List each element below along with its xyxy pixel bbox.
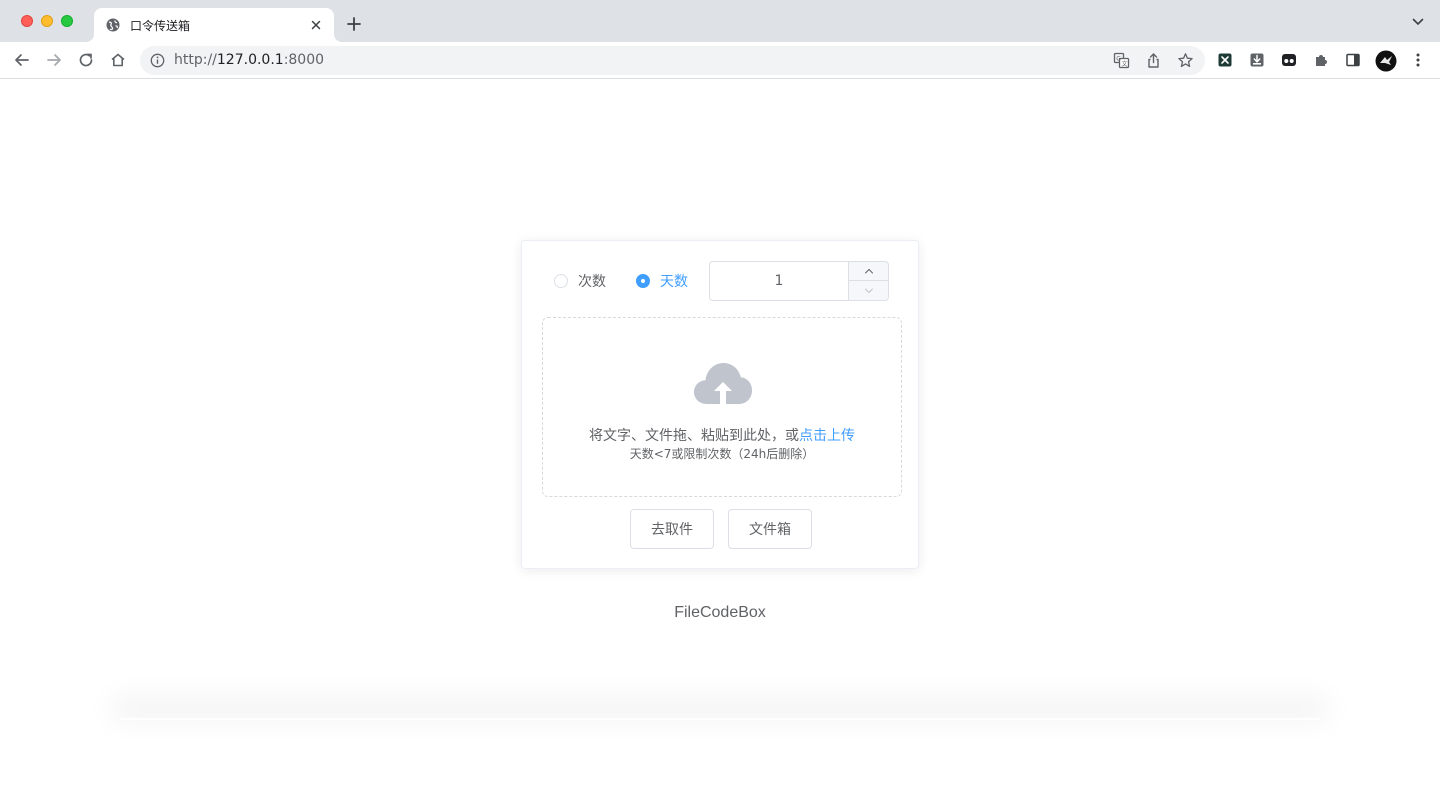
url-port: :8000 bbox=[283, 52, 325, 68]
file-box-button[interactable]: 文件箱 bbox=[728, 509, 812, 549]
share-icon[interactable] bbox=[1145, 52, 1162, 69]
bookmark-star-icon[interactable] bbox=[1177, 52, 1194, 69]
expire-value-field[interactable] bbox=[710, 262, 848, 300]
upload-drop-zone[interactable]: 将文字、文件拖、粘贴到此处，或点击上传 天数<7或限制次数（24h后删除） bbox=[542, 317, 902, 497]
cloud-upload-icon bbox=[694, 363, 752, 404]
puzzle-icon[interactable] bbox=[1312, 51, 1330, 69]
chevron-down-icon bbox=[864, 288, 873, 293]
chevron-up-icon bbox=[864, 268, 873, 274]
click-upload-link[interactable]: 点击上传 bbox=[799, 428, 855, 444]
radio-days-circle[interactable] bbox=[636, 274, 650, 288]
globe-icon bbox=[106, 18, 120, 32]
window-bottom-shadow bbox=[120, 718, 1320, 720]
footer-brand: FileCodeBox bbox=[674, 604, 766, 621]
info-icon[interactable] bbox=[150, 53, 165, 68]
radio-count[interactable]: 次数 bbox=[554, 271, 606, 291]
home-icon[interactable] bbox=[109, 51, 127, 69]
window-minimize-button[interactable] bbox=[41, 15, 53, 27]
radio-days-label: 天数 bbox=[660, 274, 688, 290]
kebab-menu-icon[interactable] bbox=[1409, 51, 1427, 69]
excel-extension-icon[interactable] bbox=[1216, 51, 1234, 69]
url-host: 127.0.0.1 bbox=[216, 52, 284, 68]
address-bar[interactable]: http://127.0.0.1:8000 G 文 bbox=[140, 46, 1205, 75]
svg-text:文: 文 bbox=[1122, 60, 1128, 68]
profile-avatar-icon[interactable] bbox=[1375, 50, 1397, 72]
forward-icon[interactable] bbox=[45, 51, 63, 69]
chevron-down-icon[interactable] bbox=[1412, 17, 1424, 27]
radio-count-circle[interactable] bbox=[554, 274, 568, 288]
tab-title: 口令传送箱 bbox=[130, 19, 191, 33]
radio-count-label: 次数 bbox=[578, 274, 606, 290]
new-tab-plus-icon[interactable] bbox=[345, 15, 363, 33]
download-extension-icon[interactable] bbox=[1248, 51, 1266, 69]
browser-tab-active[interactable]: 口令传送箱 bbox=[94, 8, 334, 42]
translate-icon[interactable]: G 文 bbox=[1113, 52, 1130, 69]
browser-toolbar: http://127.0.0.1:8000 G 文 bbox=[0, 42, 1440, 79]
window-close-button[interactable] bbox=[21, 15, 33, 27]
upload-instruction-text: 将文字、文件拖、粘贴到此处，或 bbox=[589, 428, 799, 444]
back-icon[interactable] bbox=[13, 51, 31, 69]
expire-value-number-input bbox=[709, 261, 889, 301]
url-scheme: http:// bbox=[174, 52, 217, 68]
side-panel-icon[interactable] bbox=[1344, 51, 1362, 69]
url-text[interactable]: http://127.0.0.1:8000 bbox=[174, 52, 324, 68]
browser-tab-bar: 口令传送箱 bbox=[0, 0, 1440, 42]
increase-button[interactable] bbox=[848, 262, 888, 281]
upload-tip: 天数<7或限制次数（24h后删除） bbox=[629, 447, 815, 461]
upload-instruction: 将文字、文件拖、粘贴到此处，或点击上传 bbox=[543, 425, 901, 445]
page-body: 次数 天数 将文字、文件拖、粘贴到此处，或点击上传 天数<7或限制次数（24h后… bbox=[0, 80, 1440, 798]
retrieve-file-button[interactable]: 去取件 bbox=[630, 509, 714, 549]
radio-days[interactable]: 天数 bbox=[636, 271, 688, 291]
reload-icon[interactable] bbox=[77, 51, 95, 69]
send-card: 次数 天数 将文字、文件拖、粘贴到此处，或点击上传 天数<7或限制次数（24h后… bbox=[521, 240, 919, 569]
incognito-extension-icon[interactable] bbox=[1280, 51, 1298, 69]
expire-type-radio-group: 次数 天数 bbox=[554, 261, 718, 301]
close-icon[interactable] bbox=[308, 17, 324, 33]
window-zoom-button[interactable] bbox=[61, 15, 73, 27]
decrease-button[interactable] bbox=[848, 281, 888, 300]
